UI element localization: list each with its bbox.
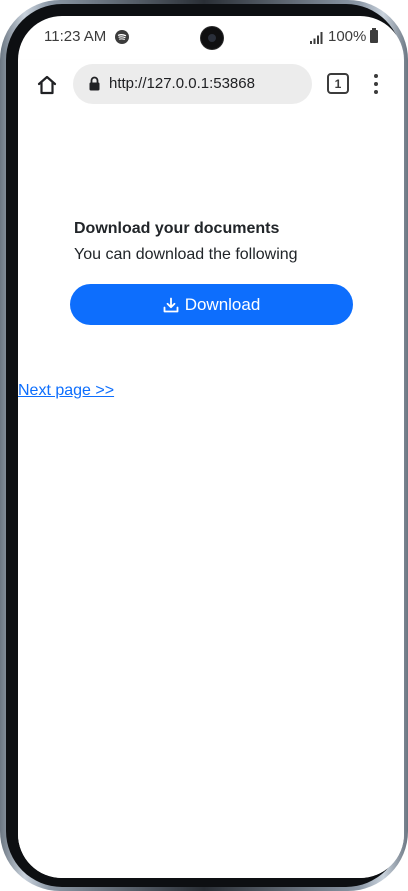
next-page-link[interactable]: Next page >>: [18, 382, 114, 400]
lock-icon: [89, 76, 100, 96]
status-bar: 11:23 AM 100%: [18, 16, 404, 60]
menu-dot: [374, 90, 378, 94]
browser-toolbar: http://127.0.0.1:53868 1: [18, 60, 404, 112]
url-text: http://127.0.0.1:53868: [109, 75, 255, 92]
menu-dot: [374, 74, 378, 78]
status-time: 11:23 AM: [44, 28, 107, 45]
download-icon: [163, 297, 179, 312]
battery-percentage: 100%: [328, 28, 367, 45]
screen: 11:23 AM 100% http://127.0.0.1:53868 1 D…: [18, 16, 404, 878]
page-content: Download your documents You can download…: [18, 112, 404, 878]
spotify-icon: [115, 30, 129, 44]
battery-icon: [370, 28, 378, 43]
url-bar[interactable]: http://127.0.0.1:53868: [73, 64, 312, 104]
menu-dot: [374, 82, 378, 86]
tab-count: 1: [334, 76, 342, 91]
download-button[interactable]: Download: [70, 284, 353, 325]
page-subheading: You can download the following: [74, 246, 298, 263]
more-vert-icon[interactable]: [366, 72, 386, 96]
page-heading: Download your documents: [74, 220, 280, 237]
phone-frame: 11:23 AM 100% http://127.0.0.1:53868 1 D…: [0, 0, 408, 891]
download-label: Download: [184, 294, 261, 314]
tabs-button[interactable]: 1: [327, 73, 349, 94]
camera-icon: [201, 27, 223, 49]
home-button[interactable]: [32, 70, 62, 100]
signal-icon: [310, 31, 324, 49]
home-icon: [37, 75, 57, 95]
phone-bezel: 11:23 AM 100% http://127.0.0.1:53868 1 D…: [6, 4, 404, 887]
